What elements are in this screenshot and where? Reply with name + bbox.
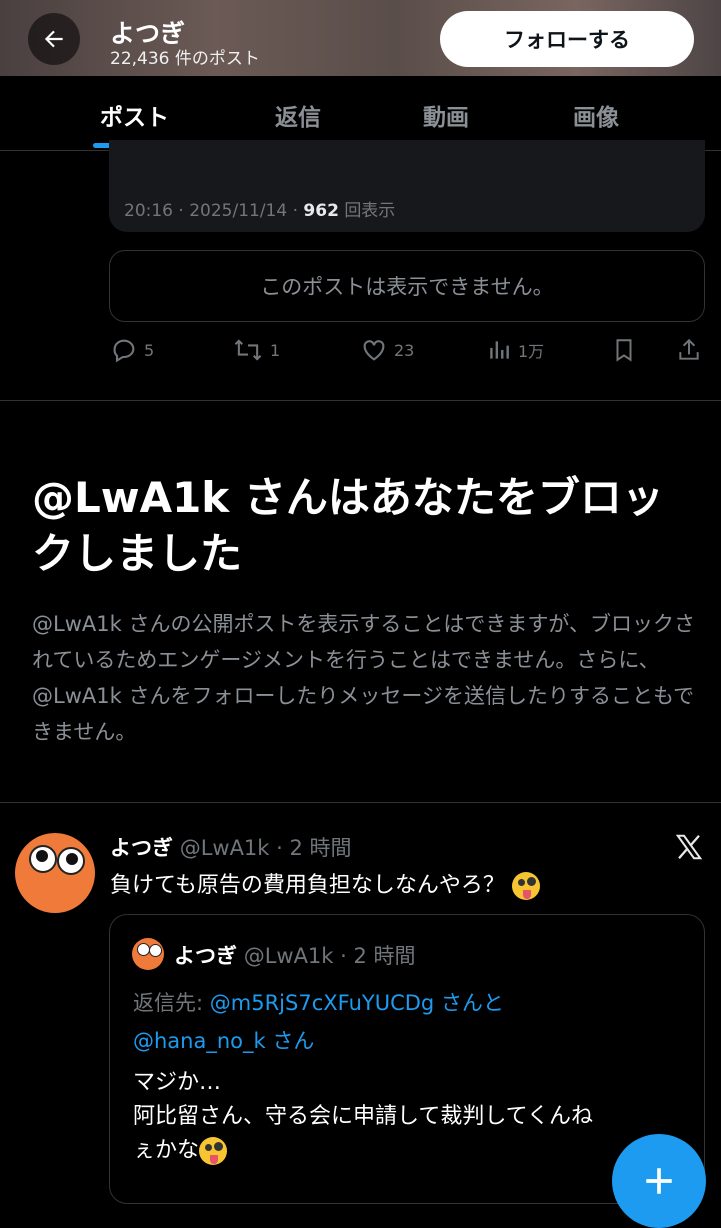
reply-to-line: 返信先: @m5RjS7cXFuYUCDg さんと @hana_no_k さん: [133, 984, 693, 1060]
mention-suffix: さん: [265, 1029, 315, 1053]
quoted-avatar: [132, 938, 164, 970]
quoted-line: マジか…: [133, 1070, 222, 1095]
share-button[interactable]: [676, 336, 702, 364]
profile-header: よつぎ 22,436 件のポスト フォローする: [0, 0, 721, 76]
mention-suffix: さんと: [434, 991, 504, 1015]
post-time-date: 20:16 · 2025/11/14 ·: [124, 201, 304, 221]
avatar-eye: [57, 847, 85, 875]
tweet-header: よつぎ @LwA1k · 2 時間: [110, 832, 352, 862]
reply-count: 5: [144, 340, 155, 360]
zany-face-emoji: [199, 1137, 228, 1165]
tweet-text-body: 負けても原告の費用負担なしなんやろ？: [110, 873, 505, 898]
tab-videos[interactable]: 動画: [423, 98, 469, 132]
block-notice-description: @LwA1k さんの公開ポストを表示することはできますが、ブロックされているため…: [32, 612, 696, 744]
repost-count: 1: [270, 340, 281, 360]
mention-link[interactable]: @hana_no_k: [133, 1029, 266, 1053]
bookmark-icon: [616, 339, 632, 362]
zany-face-emoji: [511, 872, 540, 900]
tweet-author-meta: @LwA1k · 2 時間: [179, 836, 352, 860]
x-logo-icon: [674, 832, 704, 866]
back-button[interactable]: [28, 13, 80, 65]
unavailable-post-notice: このポストは表示できません。: [109, 250, 705, 322]
plus-icon: [646, 1168, 672, 1194]
tab-posts[interactable]: ポスト: [100, 98, 169, 132]
avatar-eye: [29, 845, 57, 873]
section-divider: [0, 802, 721, 803]
quoted-tweet-header: よつぎ @LwA1k · 2 時間: [174, 940, 416, 970]
repost-icon: [234, 339, 262, 361]
post-timestamp: 20:16 · 2025/11/14 · 962 回表示: [124, 196, 395, 221]
post-view-count: 962: [303, 201, 339, 221]
quoted-line-text: ぇかな: [133, 1138, 200, 1163]
post-action-bar: 5 1 23 1万: [0, 336, 721, 372]
post-count: 22,436 件のポスト: [110, 49, 260, 69]
block-notice-title: @LwA1k さんはあなたをブロックしました: [32, 473, 664, 578]
quoted-author-name: よつぎ: [174, 944, 237, 968]
share-icon: [679, 338, 699, 360]
views-icon: [490, 341, 509, 359]
tab-replies[interactable]: 返信: [275, 98, 321, 132]
post-view-suffix: 回表示: [344, 201, 396, 221]
reply-icon: [113, 339, 135, 363]
tweet-text: 負けても原告の費用負担なしなんやろ？: [110, 867, 540, 900]
mention-link[interactable]: @m5RjS7cXFuYUCDg: [210, 991, 434, 1015]
follow-button[interactable]: フォローする: [440, 11, 694, 67]
views-button[interactable]: 1万: [486, 336, 544, 364]
reply-prefix: 返信先:: [133, 991, 210, 1015]
quoted-line-last: ぇかな: [133, 1134, 693, 1168]
tweet-author-name[interactable]: よつぎ: [110, 836, 173, 860]
bookmark-button[interactable]: [611, 336, 637, 364]
quoted-author-meta: @LwA1k · 2 時間: [243, 944, 416, 968]
like-icon: [363, 340, 385, 361]
avatar[interactable]: [15, 833, 95, 913]
tab-images[interactable]: 画像: [573, 98, 619, 132]
quoted-line: 阿比留さん、守る会に申請して裁判してくんね: [133, 1104, 594, 1129]
back-arrow-icon: [44, 30, 63, 48]
like-count: 23: [394, 340, 415, 360]
like-button[interactable]: 23: [360, 336, 414, 364]
repost-button[interactable]: 1: [232, 336, 280, 364]
views-count: 1万: [518, 342, 545, 361]
compose-button[interactable]: [612, 1134, 706, 1228]
section-divider: [0, 400, 721, 401]
reply-button[interactable]: 5: [110, 336, 154, 364]
quoted-tweet-text: マジか… 阿比留さん、守る会に申請して裁判してくんね ぇかな: [133, 1066, 693, 1168]
